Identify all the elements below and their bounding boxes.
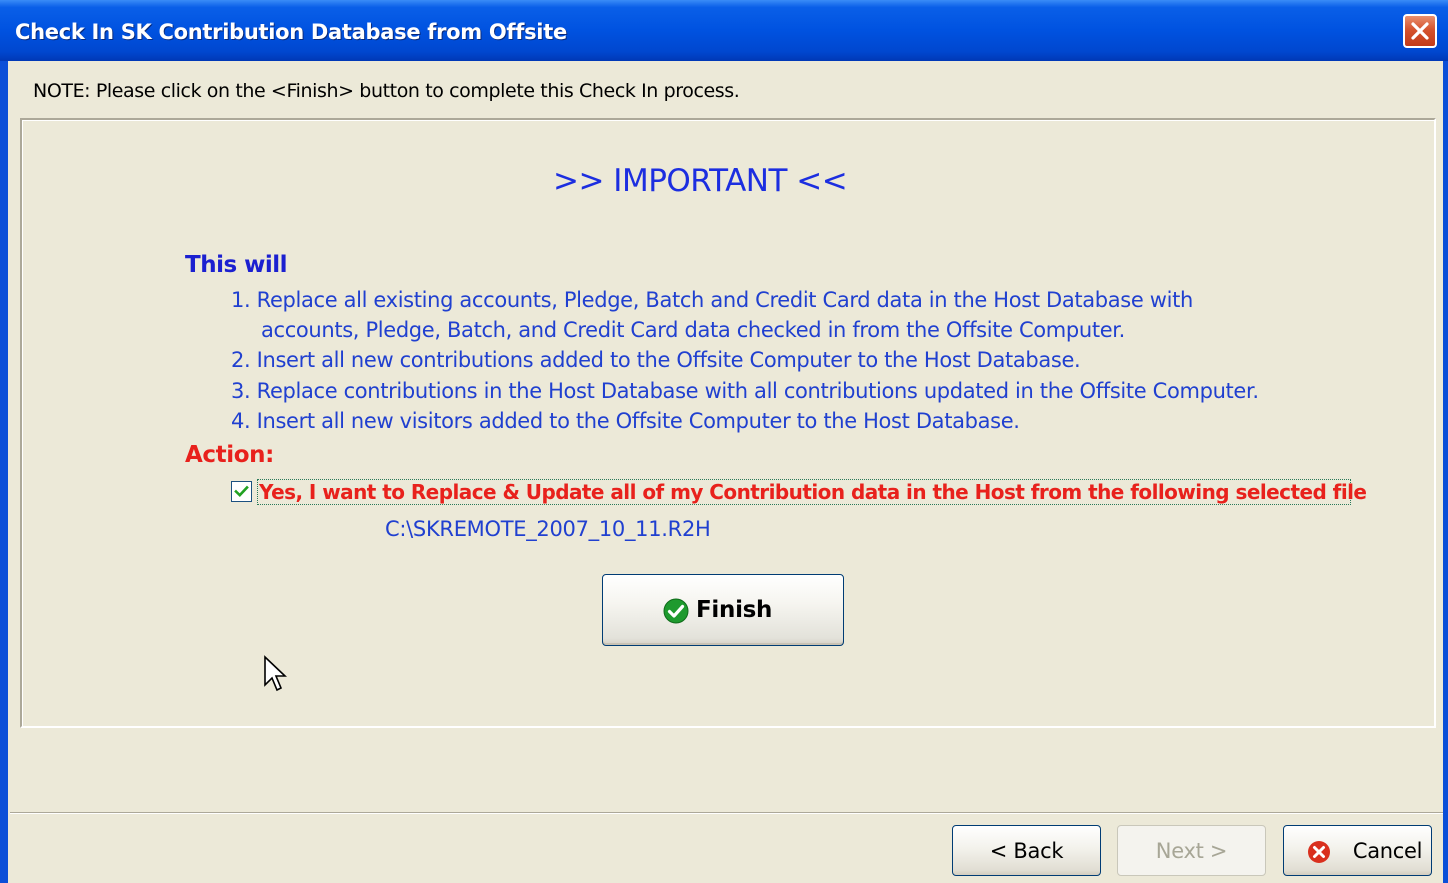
window-frame-right bbox=[1443, 61, 1448, 883]
close-icon bbox=[1411, 22, 1429, 40]
mouse-cursor-icon bbox=[264, 655, 288, 692]
finish-button-label: Finish bbox=[696, 597, 773, 623]
checkmark-icon bbox=[234, 485, 249, 498]
close-button[interactable] bbox=[1403, 14, 1437, 48]
action-label: Action: bbox=[185, 442, 274, 468]
step-1-continued: accounts, Pledge, Batch, and Credit Card… bbox=[261, 318, 1125, 342]
next-button-label: Next > bbox=[1155, 839, 1228, 863]
back-button-label: < Back bbox=[989, 839, 1064, 863]
confirm-replace-checkbox[interactable] bbox=[231, 481, 252, 502]
cancel-button-label: Cancel bbox=[1352, 839, 1423, 863]
wizard-dialog: Check In SK Contribution Database from O… bbox=[0, 0, 1448, 883]
confirm-replace-label[interactable]: Yes, I want to Replace & Update all of m… bbox=[259, 480, 1367, 504]
step-2: 2. Insert all new contributions added to… bbox=[231, 348, 1081, 372]
title-bar[interactable]: Check In SK Contribution Database from O… bbox=[0, 0, 1448, 61]
important-heading: >> IMPORTANT << bbox=[553, 163, 848, 199]
instruction-note: NOTE: Please click on the <Finish> butto… bbox=[33, 80, 740, 102]
selected-file-path: C:\SKREMOTE_2007_10_11.R2H bbox=[385, 517, 711, 541]
finish-button[interactable]: Finish bbox=[602, 574, 844, 646]
step-1: 1. Replace all existing accounts, Pledge… bbox=[231, 288, 1193, 312]
intro-label: This will bbox=[185, 252, 288, 278]
green-check-icon bbox=[663, 598, 689, 624]
window-frame-left bbox=[0, 61, 8, 883]
back-button[interactable]: < Back bbox=[952, 825, 1101, 876]
step-3: 3. Replace contributions in the Host Dat… bbox=[231, 379, 1259, 403]
cancel-button[interactable]: Cancel bbox=[1283, 825, 1432, 876]
window-title: Check In SK Contribution Database from O… bbox=[15, 20, 567, 44]
next-button[interactable]: Next > bbox=[1117, 825, 1266, 876]
step-4: 4. Insert all new visitors added to the … bbox=[231, 409, 1020, 433]
button-bar-separator bbox=[10, 812, 1443, 814]
